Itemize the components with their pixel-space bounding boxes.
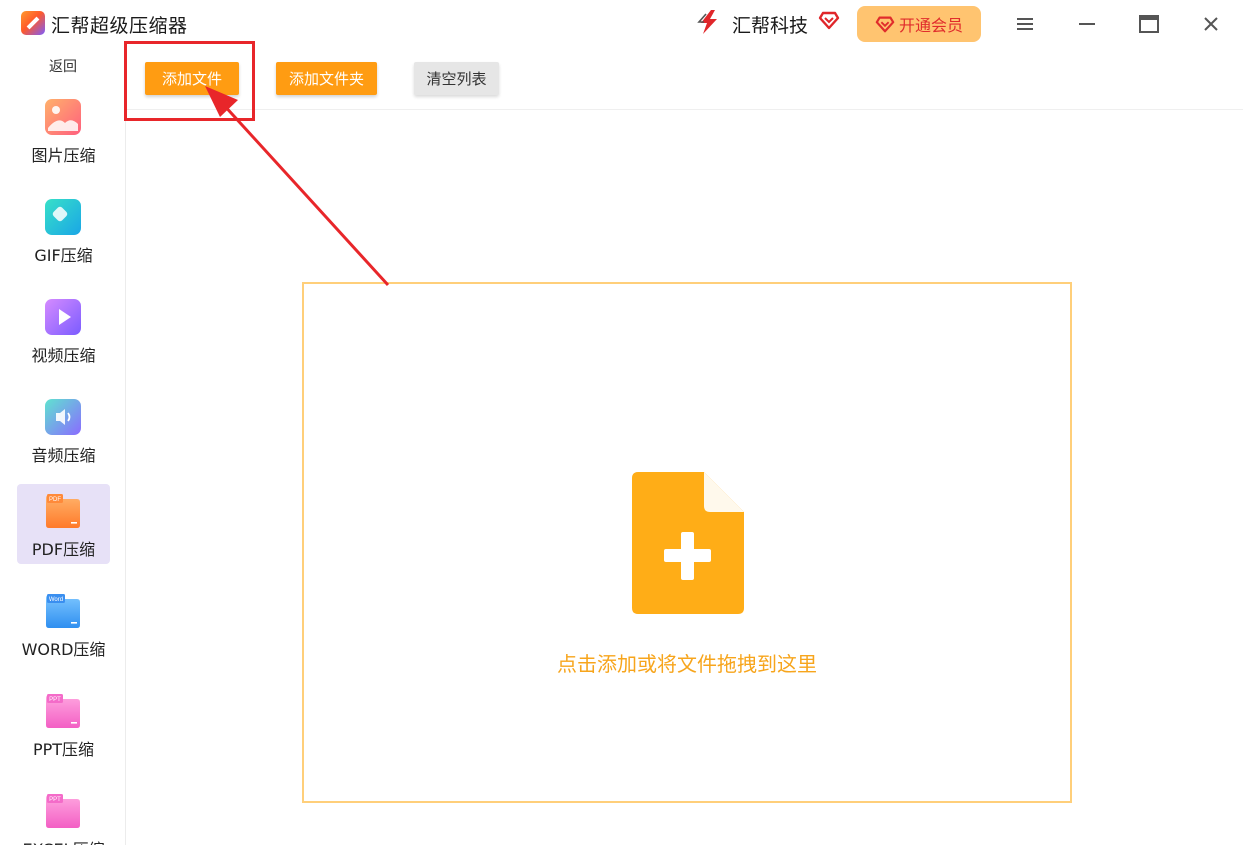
ppt-icon: PPT [46,694,80,728]
diamond-heart-icon [818,11,840,30]
sidebar-item-label: PPT压缩 [32,740,95,759]
audio-icon [45,399,81,435]
vip-button-label: 开通会员 [898,16,963,35]
brand-logo-icon [697,10,717,34]
pdf-icon: PDF [46,494,80,528]
sidebar-item-label: 视频压缩 [31,346,96,365]
gif-icon [45,199,81,235]
video-icon [45,299,81,335]
drop-zone-hint: 点击添加或将文件拖拽到这里 [557,652,817,676]
sidebar-item-excel[interactable]: PPT EXCEL压缩 [17,784,110,845]
sidebar-item-audio[interactable]: 音频压缩 [17,390,110,470]
app-logo-icon [21,11,45,35]
word-icon: Word [46,594,80,628]
sidebar: 返回 图片压缩 GIF压缩 视频压缩 音频压缩 PDF PDF压缩 Word W… [0,48,126,845]
brand-name: 汇帮科技 [732,15,809,37]
title-bar: 汇帮超级压缩器 汇帮科技 开通会员 [0,0,1243,48]
minimize-icon[interactable] [1075,12,1099,36]
svg-text:PPT: PPT [49,697,61,703]
back-link[interactable]: 返回 [0,56,126,76]
vip-button[interactable]: 开通会员 [857,6,981,42]
sidebar-item-label: GIF压缩 [34,246,93,265]
diamond-heart-icon [875,16,895,33]
svg-text:PPT: PPT [49,797,61,803]
image-icon [45,99,81,135]
maximize-icon[interactable] [1137,12,1161,36]
excel-icon: PPT [46,794,80,828]
sidebar-item-pdf[interactable]: PDF PDF压缩 [17,484,110,564]
add-file-button[interactable]: 添加文件 [145,62,239,95]
add-folder-button[interactable]: 添加文件夹 [276,62,377,95]
svg-text:PDF: PDF [49,497,61,503]
sidebar-item-word[interactable]: Word WORD压缩 [17,584,110,664]
sidebar-item-label: 图片压缩 [31,146,96,165]
sidebar-item-image[interactable]: 图片压缩 [17,90,110,170]
clear-list-button[interactable]: 清空列表 [414,62,499,95]
close-icon[interactable] [1199,12,1223,36]
app-title: 汇帮超级压缩器 [51,15,188,37]
add-file-icon [632,472,744,614]
sidebar-item-label: PDF压缩 [31,540,96,559]
toolbar: 添加文件 添加文件夹 清空列表 [127,48,1243,110]
file-drop-zone[interactable]: 点击添加或将文件拖拽到这里 [302,282,1072,803]
svg-text:Word: Word [49,597,63,603]
sidebar-item-ppt[interactable]: PPT PPT压缩 [17,684,110,764]
sidebar-item-label: 音频压缩 [31,446,96,465]
sidebar-item-label: WORD压缩 [21,640,106,659]
sidebar-item-video[interactable]: 视频压缩 [17,290,110,370]
sidebar-item-label: EXCEL压缩 [9,836,118,845]
sidebar-item-gif[interactable]: GIF压缩 [17,190,110,270]
menu-icon[interactable] [1013,12,1037,36]
